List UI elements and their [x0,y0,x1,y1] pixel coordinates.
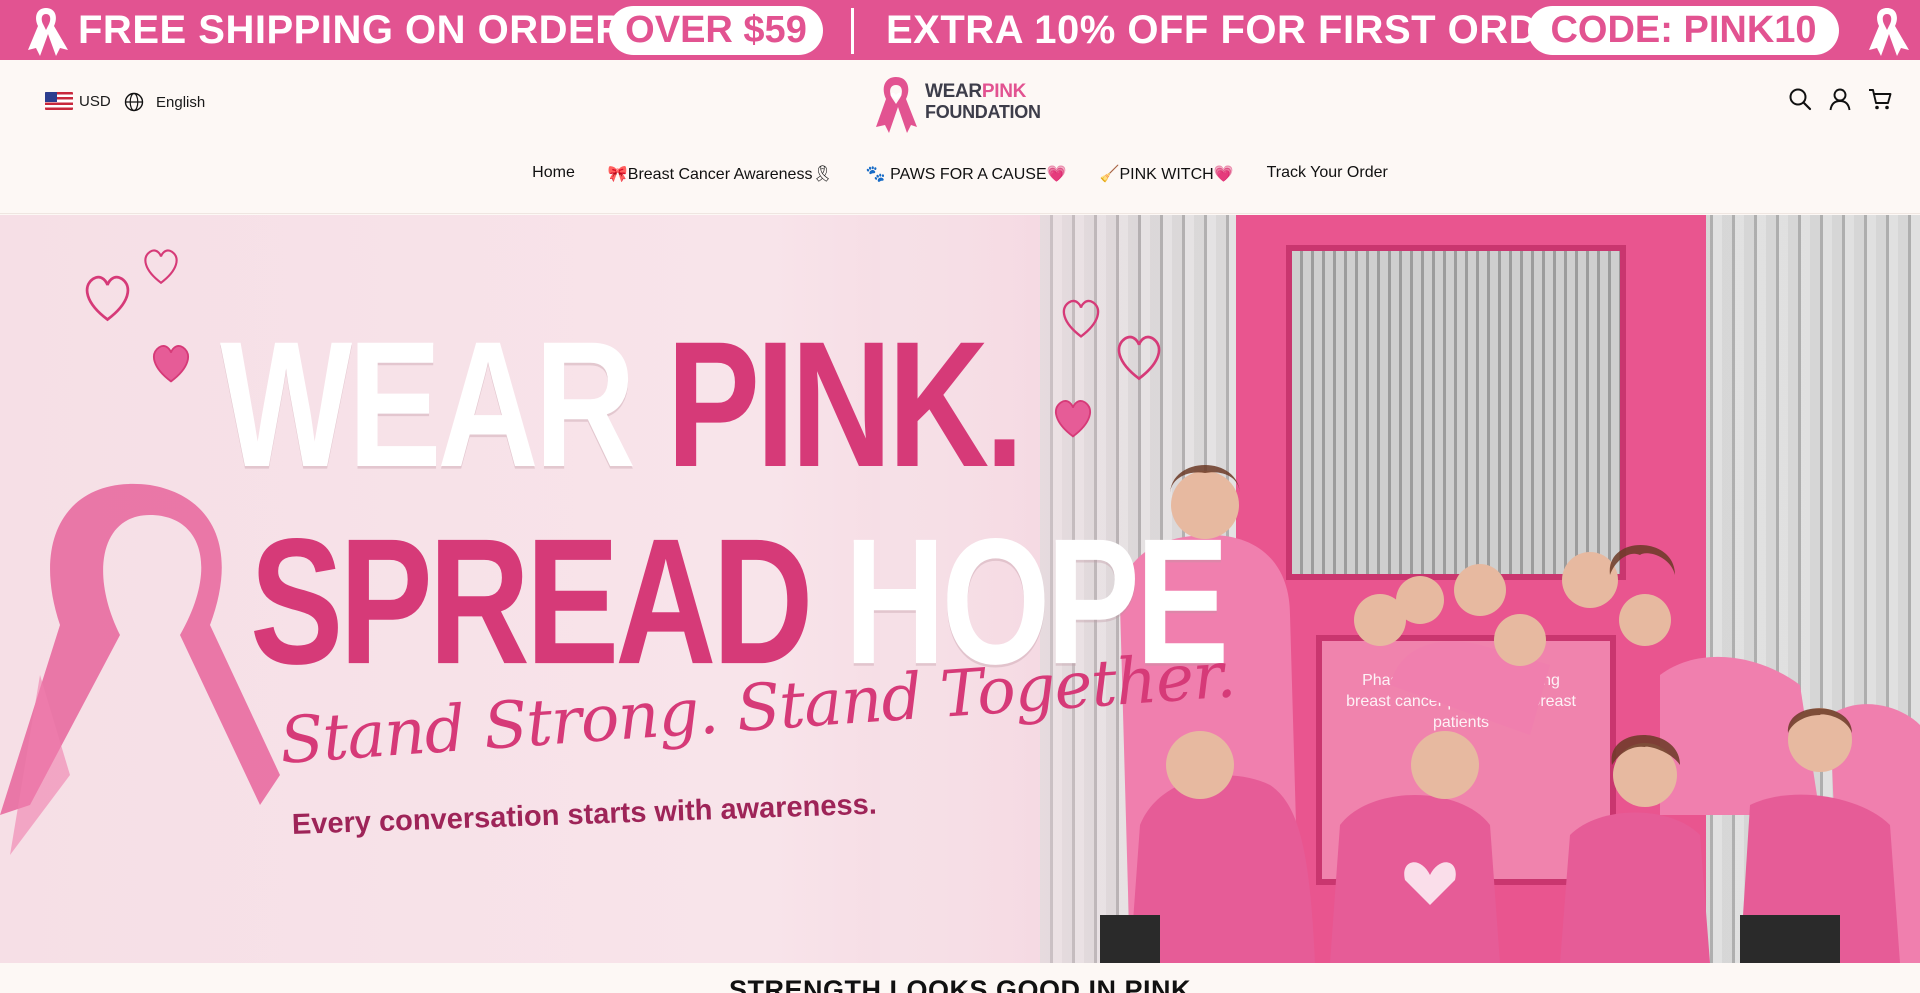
search-icon[interactable] [1787,86,1813,112]
language-selector[interactable]: English [124,92,205,112]
nav-item-home[interactable]: Home [532,164,575,184]
logo-pink: PINK [981,81,1027,102]
ribbon-heart-logo-icon [876,77,917,133]
currency-selector[interactable]: USD [45,92,111,110]
headline-wear: WEAR [220,303,636,505]
shipping-text: FREE SHIPPING ON ORDERS [78,8,652,52]
promo-code-badge: CODE: PINK10 [1528,6,1839,55]
nav-item-track-order[interactable]: Track Your Order [1267,164,1388,184]
headline-pink: PINK. [666,303,1024,505]
heart-doodle-icon [85,275,130,322]
heart-doodle-icon [144,249,178,285]
site-logo[interactable]: WEARPINK FOUNDATION [873,70,1048,134]
pink-ribbon-icon [28,8,68,56]
account-icon[interactable] [1827,86,1853,112]
nav-item-pink-witch[interactable]: 🧹PINK WITCH💗 [1100,164,1234,184]
language-label: English [156,93,206,111]
pink-ribbon-icon [1869,8,1909,56]
first-order-text: EXTRA 10% OFF FOR FIRST ORDER [886,8,1595,52]
us-flag-icon [45,92,73,110]
collection-section: STRENGTH LOOKS GOOD IN PINK [0,963,1920,993]
section-title: STRENGTH LOOKS GOOD IN PINK [728,975,1192,993]
logo-wear: WEAR [925,81,982,102]
logo-foundation: FOUNDATION [925,102,1041,122]
hero-headline: WEAR PINK. SPREAD HOPE [220,314,1229,691]
announcement-bar: FREE SHIPPING ON ORDERS OVER $59 EXTRA 1… [0,0,1920,60]
nav-item-breast-cancer-awareness[interactable]: 🎀Breast Cancer Awareness🎗 [608,164,833,184]
shipping-threshold-badge: OVER $59 [609,6,823,55]
hero-subline: Every conversation starts with awareness… [291,788,878,841]
headline-spread: SPREAD [250,500,813,702]
currency-label: USD [79,92,111,110]
heart-doodle-icon [153,345,189,383]
announcement-divider [851,8,854,54]
main-nav: Home 🎀Breast Cancer Awareness🎗 🐾 PAWS FO… [0,164,1920,184]
hero-banner[interactable]: Phases such as "supporting breast cancer… [0,215,1920,963]
globe-icon [124,92,144,112]
site-header: USD English WEARPINK FOUNDATION Home 🎀Br… [0,60,1920,214]
cart-icon[interactable] [1867,86,1893,112]
nav-item-paws-for-a-cause[interactable]: 🐾 PAWS FOR A CAUSE💗 [866,164,1067,184]
